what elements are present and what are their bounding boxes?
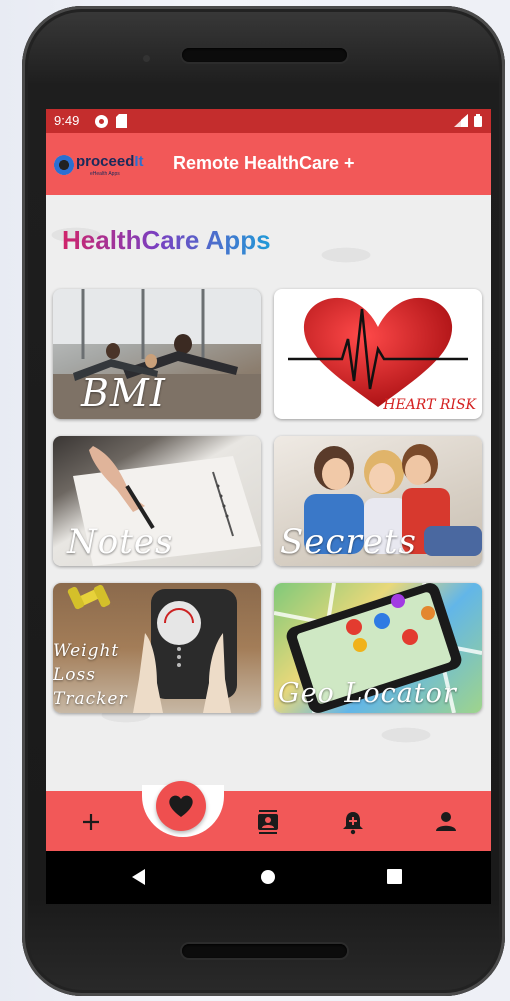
- contacts-button[interactable]: [253, 807, 283, 837]
- back-button[interactable]: [130, 868, 146, 891]
- status-bar: 9:49: [46, 109, 491, 133]
- add-button[interactable]: [76, 807, 106, 837]
- profile-button[interactable]: [431, 807, 461, 837]
- plus-icon: [83, 814, 99, 830]
- tile-weight-loss-label: Weight Loss Tracker: [53, 639, 128, 711]
- tile-notes[interactable]: Notes: [53, 436, 261, 566]
- fab-heart-button[interactable]: [156, 781, 206, 831]
- proceedit-logo: proceedIt eHealth Apps: [54, 150, 166, 178]
- logo-text-accent: It: [134, 153, 144, 170]
- battery-icon: [474, 114, 482, 130]
- main-content[interactable]: HealthCare Apps BMI HEART RISK Notes Sec…: [46, 195, 491, 791]
- heart-icon: [169, 795, 193, 817]
- tile-geo-locator[interactable]: Geo Locator: [274, 583, 482, 713]
- app-notification-icon: [94, 114, 109, 132]
- page-heading: HealthCare Apps: [62, 225, 271, 255]
- logo-tagline: eHealth Apps: [90, 171, 120, 177]
- tile-weight-loss-tracker[interactable]: Weight Loss Tracker: [53, 583, 261, 713]
- home-button[interactable]: [260, 869, 276, 890]
- phone-screen: 9:49 proceedIt eHealth Apps Remote Healt…: [46, 109, 491, 904]
- logo-text: proceed: [76, 153, 135, 170]
- recents-button[interactable]: [387, 869, 402, 889]
- logo-globe-icon: [54, 155, 74, 175]
- weight-label-line-3: Tracker: [53, 689, 128, 709]
- recents-icon: [387, 869, 402, 884]
- weight-label-line-1: Weight: [53, 641, 120, 661]
- person-icon: [436, 812, 456, 831]
- tile-heart-risk[interactable]: HEART RISK: [274, 289, 482, 419]
- tile-secrets-label: Secrets: [280, 522, 417, 562]
- earpiece-speaker: [182, 48, 347, 62]
- contacts-icon: [258, 810, 278, 834]
- status-time: 9:49: [54, 113, 80, 128]
- sd-card-icon: [116, 114, 127, 131]
- weight-label-line-2: Loss: [53, 665, 96, 685]
- bell-plus-icon: [343, 812, 363, 835]
- add-alert-button[interactable]: [338, 807, 368, 837]
- tile-geo-locator-label: Geo Locator: [278, 678, 457, 709]
- home-icon: [261, 870, 275, 884]
- tile-notes-label: Notes: [67, 522, 174, 562]
- front-camera: [143, 55, 150, 62]
- bottom-navigation: [46, 781, 491, 851]
- tile-heart-risk-label: HEART RISK: [383, 397, 476, 413]
- tile-bmi-label: BMI: [81, 371, 166, 415]
- tile-secrets[interactable]: Secrets: [274, 436, 482, 566]
- tile-bmi[interactable]: BMI: [53, 289, 261, 419]
- app-bar: proceedIt eHealth Apps Remote HealthCare…: [46, 133, 491, 195]
- signal-icon: [454, 114, 468, 130]
- bottom-speaker: [182, 944, 347, 958]
- system-navigation-bar: [46, 851, 491, 904]
- app-title: Remote HealthCare +: [173, 153, 355, 173]
- back-icon: [132, 869, 145, 885]
